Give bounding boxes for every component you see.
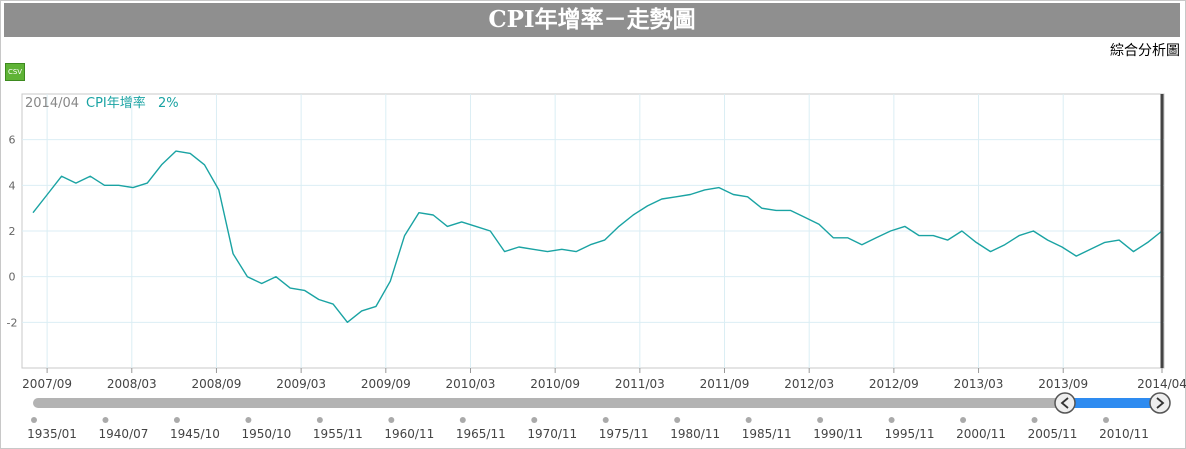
navigator-tick-dot xyxy=(459,417,466,423)
x-tick-label: 2014/04 xyxy=(1137,377,1186,391)
navigator-tick-label: 2005/11 xyxy=(1028,427,1078,441)
navigator-tick-label: 1935/01 xyxy=(27,427,77,441)
y-tick-label: 6 xyxy=(9,134,16,147)
navigator-tick-label: 1955/11 xyxy=(313,427,363,441)
navigator-tick-label: 1990/11 xyxy=(813,427,863,441)
navigator-tick-dot xyxy=(674,417,681,423)
x-tick-label: 2007/09 xyxy=(22,377,72,391)
x-tick-label: 2008/09 xyxy=(192,377,242,391)
plot-area: -2 0 2 4 6 2007/09 2008/03 2008/09 2009/03 2009/0… xyxy=(7,93,1186,391)
navigator-handle-left-circle xyxy=(1054,392,1076,414)
x-tick-label: 2013/03 xyxy=(954,377,1004,391)
navigator-tick-dot xyxy=(888,417,895,423)
navigator-track xyxy=(33,398,1161,408)
navigator-tick-dot xyxy=(602,417,609,423)
navigator-tick-dot xyxy=(745,417,752,423)
x-tick-label: 2013/09 xyxy=(1038,377,1088,391)
navigator-tick-label: 1950/10 xyxy=(241,427,291,441)
navigator-tick-label: 2000/11 xyxy=(956,427,1006,441)
navigator-tick-label: 1985/11 xyxy=(742,427,792,441)
navigator-selected-range[interactable] xyxy=(1064,398,1160,408)
navigator-tick-dot xyxy=(388,417,395,423)
navigator-tick-dot xyxy=(31,417,37,423)
navigator-handle-right[interactable] xyxy=(1149,392,1171,414)
x-tick-label: 2012/09 xyxy=(869,377,919,391)
navigator-tick-label: 1970/11 xyxy=(527,427,577,441)
x-tick-label: 2009/09 xyxy=(361,377,411,391)
navigator-tick-label: 1945/10 xyxy=(170,427,220,441)
navigator-tick-label: 1965/11 xyxy=(456,427,506,441)
x-tick-label: 2009/03 xyxy=(276,377,326,391)
y-tick-label: -2 xyxy=(7,316,18,329)
navigator-tick-label: 1980/11 xyxy=(670,427,720,441)
readout-value: 2% xyxy=(158,96,179,111)
x-tick-label: 2011/09 xyxy=(700,377,750,391)
navigator-tick-dot xyxy=(960,417,967,423)
navigator-tick-dot xyxy=(245,417,252,423)
x-tick-label: 2010/09 xyxy=(530,377,580,391)
x-tick-label: 2010/03 xyxy=(446,377,496,391)
navigator-tick-dot xyxy=(1103,417,1109,423)
navigator-tick-label: 1940/07 xyxy=(99,427,149,441)
y-tick-label: 0 xyxy=(9,271,16,284)
readout-date: 2014/04 xyxy=(25,96,79,111)
navigator-tick-label: 1975/11 xyxy=(599,427,649,441)
readout-series: CPI年增率 xyxy=(86,95,146,111)
navigator-tick-label: 1960/11 xyxy=(384,427,434,441)
navigator-tick-dot xyxy=(817,417,824,423)
x-tick-label: 2008/03 xyxy=(107,377,157,391)
x-tick-label: 2011/03 xyxy=(615,377,665,391)
navigator-handle-right-circle xyxy=(1149,392,1171,414)
navigator-tick-dot xyxy=(173,417,180,423)
series-line-cpi[interactable] xyxy=(32,150,1163,323)
cpi-line-chart[interactable]: -2 0 2 4 6 2007/09 2008/03 2008/09 2009/03 2009/0… xyxy=(0,0,1186,449)
y-tick-label: 4 xyxy=(9,179,16,192)
navigator-tick-dot xyxy=(102,417,109,423)
navigator-tick-dot xyxy=(531,417,538,423)
navigator-tick-label: 2010/11 xyxy=(1099,427,1149,441)
navigator-tick-label: 1995/11 xyxy=(885,427,935,441)
navigator-handle-left[interactable] xyxy=(1054,392,1076,414)
x-tick-label: 2012/03 xyxy=(784,377,834,391)
navigator-tick-dot xyxy=(1031,417,1038,423)
range-navigator[interactable]: 1935/01 1940/07 1945/10 1950/10 1955/11 1960/… xyxy=(27,392,1171,441)
y-tick-label: 2 xyxy=(9,225,16,238)
navigator-tick-dot xyxy=(316,417,323,423)
